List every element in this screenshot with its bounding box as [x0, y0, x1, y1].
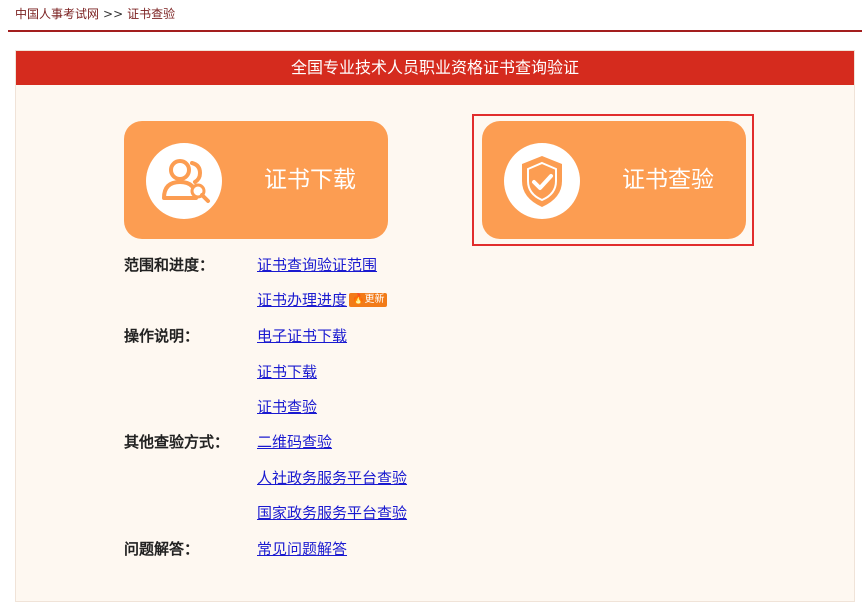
breadcrumb: 中国人事考试网 >> 证书查验: [15, 6, 175, 22]
certificate-verify-button[interactable]: 证书查验: [482, 121, 746, 239]
link-hrss-platform-verify[interactable]: 人社政务服务平台查验: [257, 467, 407, 489]
link-national-platform-verify[interactable]: 国家政务服务平台查验: [257, 502, 407, 524]
link-certificate-verify[interactable]: 证书查验: [257, 396, 317, 418]
shield-check-icon: [504, 143, 580, 219]
link-faq[interactable]: 常见问题解答: [257, 538, 347, 560]
update-badge-text: 更新: [364, 294, 385, 305]
update-badge: 🔥更新: [349, 293, 388, 307]
top-divider: [8, 30, 862, 32]
breadcrumb-home-link[interactable]: 中国人事考试网: [15, 7, 99, 21]
breadcrumb-current[interactable]: 证书查验: [127, 7, 175, 21]
link-certificate-download[interactable]: 证书下载: [257, 361, 317, 383]
link-processing-progress[interactable]: 证书办理进度 🔥更新: [257, 289, 388, 311]
link-qrcode-verify[interactable]: 二维码查验: [257, 431, 332, 453]
user-search-icon: [146, 143, 222, 219]
panel-title: 全国专业技术人员职业资格证书查询验证: [16, 51, 854, 85]
breadcrumb-separator: >>: [103, 7, 124, 21]
scope-label: 范围和进度：: [124, 256, 215, 274]
download-button-label: 证书下载: [264, 167, 356, 193]
faq-label: 问题解答：: [124, 540, 200, 558]
progress-link-text: 证书办理进度: [257, 291, 348, 309]
certificate-download-button[interactable]: 证书下载: [124, 121, 388, 239]
link-e-certificate-download[interactable]: 电子证书下载: [257, 325, 347, 347]
other-methods-label: 其他查验方式：: [124, 433, 230, 451]
link-verification-scope[interactable]: 证书查询验证范围: [257, 254, 377, 276]
verification-panel: 全国专业技术人员职业资格证书查询验证 证书下载 证书查验 范围和进度： 证书查询: [15, 50, 855, 602]
instructions-label: 操作说明：: [124, 327, 200, 345]
verify-button-label: 证书查验: [622, 167, 714, 193]
